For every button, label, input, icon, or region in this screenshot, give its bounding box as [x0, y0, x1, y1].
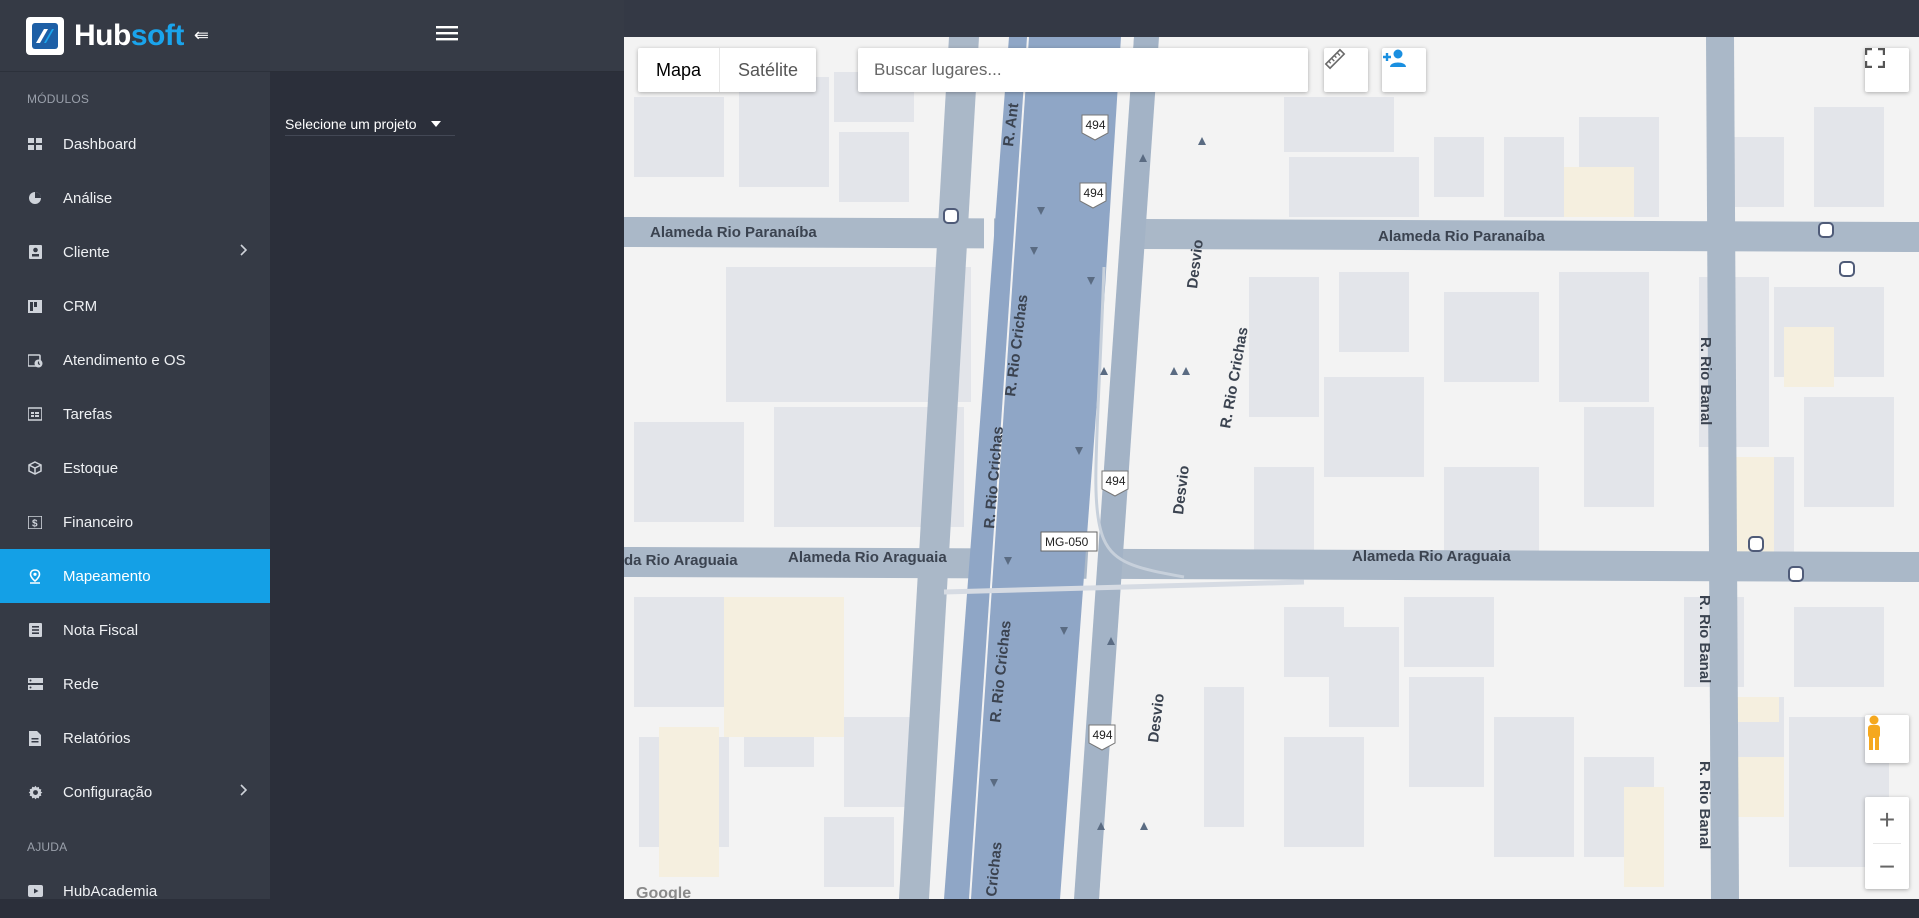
report-icon	[27, 730, 43, 746]
top-strip	[624, 0, 1919, 37]
box-icon	[27, 460, 43, 476]
sidebar-item-hubacademia[interactable]: HubAcademia	[0, 864, 270, 918]
zoom-controls: + −	[1865, 797, 1909, 889]
network-icon	[27, 676, 43, 692]
plus-icon: +	[1878, 804, 1896, 835]
brand-name: Hubsoft	[74, 18, 184, 52]
place-search-box	[858, 48, 1308, 92]
task-board-icon	[27, 406, 43, 422]
street-view-pegman[interactable]	[1865, 715, 1909, 763]
svg-text:494: 494	[1084, 186, 1104, 200]
sidebar-item-financeiro[interactable]: $ Financeiro	[0, 495, 270, 549]
money-icon: $	[27, 514, 43, 530]
street-label: R. Rio Banal	[1696, 761, 1713, 849]
sidebar-item-tarefas[interactable]: Tarefas	[0, 387, 270, 441]
project-select[interactable]: Selecione um projeto	[285, 112, 455, 136]
dashboard-icon	[27, 136, 43, 152]
chevron-right-icon	[240, 243, 248, 260]
chevron-right-icon	[240, 783, 248, 800]
street-label: R. Rio Banal	[1697, 337, 1714, 425]
document-list-icon	[27, 622, 43, 638]
sidebar-item-mapeamento[interactable]: Mapeamento	[0, 549, 270, 603]
sidebar-item-dashboard[interactable]: Dashboard	[0, 117, 270, 171]
svg-text:494: 494	[1093, 728, 1113, 742]
sidebar-item-crm[interactable]: CRM	[0, 279, 270, 333]
video-icon	[27, 883, 43, 899]
sidebar-item-label: Estoque	[63, 459, 119, 477]
contact-card-icon	[27, 244, 43, 260]
street-label: da Rio Araguaia	[624, 552, 738, 569]
sidebar-item-estoque[interactable]: Estoque	[0, 441, 270, 495]
place-search-input[interactable]	[872, 59, 1292, 81]
street-label: Alameda Rio Araguaia	[1352, 548, 1511, 565]
bus-stop-icon	[1748, 536, 1764, 552]
sidebar-item-configuracao[interactable]: Configuração	[0, 765, 270, 819]
hubsoft-logo-icon[interactable]	[26, 16, 64, 55]
panel-header	[270, 0, 624, 72]
state-route-sign: MG-050	[1040, 531, 1098, 552]
calendar-clock-icon	[27, 352, 43, 368]
sidebar-item-label: Tarefas	[63, 405, 113, 423]
gear-icon	[27, 784, 43, 800]
map-pin-icon	[27, 568, 43, 584]
bus-stop-icon	[943, 208, 959, 224]
sidebar-item-label: Financeiro	[63, 513, 134, 531]
street-label: Desvio	[1170, 465, 1193, 516]
sidebar-item-label: Análise	[63, 189, 113, 207]
map-type-satelite[interactable]: Satélite	[720, 48, 816, 92]
bus-stop-icon	[1818, 222, 1834, 238]
minus-icon: −	[1878, 851, 1896, 882]
svg-text:494: 494	[1106, 474, 1126, 488]
sidebar-item-nota-fiscal[interactable]: Nota Fiscal	[0, 603, 270, 657]
measure-button[interactable]	[1324, 48, 1368, 92]
zoom-out-button[interactable]: −	[1865, 844, 1909, 890]
svg-text:$: $	[32, 518, 38, 529]
section-title-help: AJUDA	[27, 840, 68, 854]
street-label: Alameda Rio Paranaíba	[1378, 228, 1545, 245]
add-client-button[interactable]	[1382, 48, 1426, 92]
hamburger-menu-icon[interactable]	[436, 25, 458, 46]
street-label: Alameda Rio Paranaíba	[650, 224, 817, 241]
brand-header: Hubsoft ⇚	[0, 0, 270, 72]
sidebar-item-label: Configuração	[63, 783, 153, 801]
sidebar-item-label: Cliente	[63, 243, 110, 261]
sidebar-item-label: Dashboard	[63, 135, 137, 153]
street-label: Alameda Rio Araguaia	[788, 549, 947, 566]
pie-chart-icon	[27, 190, 43, 206]
sidebar-item-label: Relatórios	[63, 729, 131, 747]
sidebar-item-label: CRM	[63, 297, 98, 315]
zoom-in-button[interactable]: +	[1865, 797, 1909, 843]
sidebar-item-cliente[interactable]: Cliente	[0, 225, 270, 279]
project-select-label: Selecione um projeto	[285, 115, 417, 132]
street-label: R. Rio Banal	[1696, 595, 1713, 683]
sidebar-item-label: Atendimento e OS	[63, 351, 186, 369]
street-label: R. Rio Crichas	[1217, 326, 1252, 430]
map-type-toggle: Mapa Satélite	[638, 48, 817, 92]
street-label: Desvio	[1145, 693, 1168, 744]
map-tiles: Alameda Rio Paranaíba Alameda Rio Parana…	[624, 37, 1919, 899]
svg-text:494: 494	[1086, 118, 1106, 132]
sidebar-item-atendimento[interactable]: Atendimento e OS	[0, 333, 270, 387]
sidebar: Hubsoft ⇚ MÓDULOS Dashboard Análise Clie…	[0, 0, 270, 900]
bus-stop-icon	[1839, 261, 1855, 277]
caret-down-icon	[430, 120, 441, 127]
sidebar-item-label: HubAcademia	[63, 882, 158, 900]
kanban-icon	[27, 298, 43, 314]
svg-text:MG-050: MG-050	[1045, 535, 1089, 549]
sidebar-item-label: Nota Fiscal	[63, 621, 139, 639]
sidebar-item-label: Mapeamento	[63, 567, 151, 585]
sidebar-item-rede[interactable]: Rede	[0, 657, 270, 711]
fullscreen-button[interactable]	[1865, 48, 1909, 92]
section-title-modules: MÓDULOS	[27, 92, 90, 106]
sidebar-item-label: Rede	[63, 675, 99, 693]
collapse-sidebar-icon[interactable]: ⇚	[194, 25, 209, 46]
map-type-mapa[interactable]: Mapa	[638, 48, 721, 92]
bus-stop-icon	[1788, 566, 1804, 582]
sidebar-item-relatorios[interactable]: Relatórios	[0, 711, 270, 765]
google-watermark: Google	[636, 885, 692, 899]
sidebar-item-analise[interactable]: Análise	[0, 171, 270, 225]
map-canvas[interactable]: Alameda Rio Paranaíba Alameda Rio Parana…	[624, 37, 1919, 899]
